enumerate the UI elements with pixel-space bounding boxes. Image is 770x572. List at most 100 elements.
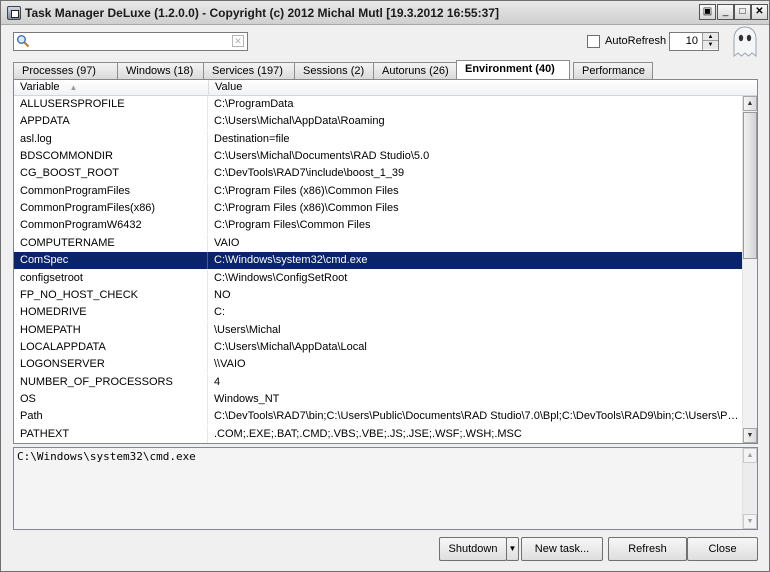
close-window-button[interactable]: ✕: [751, 4, 768, 20]
value-cell: C:\Windows\ConfigSetRoot: [214, 271, 348, 284]
value-cell: C:\ProgramData: [214, 98, 294, 110]
list-row[interactable]: CG_BOOST_ROOT C:\DevTools\RAD7\include\bo…: [14, 165, 742, 183]
variable-cell: PATHEXT: [14, 425, 208, 443]
variable-cell: CG_BOOST_ROOT: [14, 165, 208, 183]
value-cell: \\VAIO: [214, 358, 246, 371]
list-row[interactable]: PATHEXT .COM;.EXE;.BAT;.CMD;.VBS;.VBE;.JS…: [14, 425, 742, 443]
autorefresh-checkbox[interactable]: [587, 35, 600, 48]
search-box[interactable]: ✕: [13, 32, 248, 51]
refresh-button[interactable]: Refresh: [608, 537, 687, 561]
tab-autoruns[interactable]: Autoruns (26): [373, 62, 457, 79]
list-scrollbar[interactable]: ▲ ▼: [742, 96, 757, 443]
system-menu-button[interactable]: ▣: [699, 4, 716, 20]
title-bar[interactable]: Task Manager DeLuxe (1.2.0.0) - Copyrigh…: [1, 1, 769, 25]
maximize-button[interactable]: □: [734, 4, 751, 20]
stepper-buttons: ▲ ▼: [702, 33, 718, 50]
variable-cell: LOGONSERVER: [14, 356, 208, 374]
value-cell: C:\DevTools\RAD7\bin;C:\Users\Public\Doc…: [214, 410, 739, 423]
value-cell: Destination=file: [214, 132, 290, 145]
tab-performance[interactable]: Performance: [573, 62, 653, 79]
tab-services[interactable]: Services (197): [203, 62, 295, 79]
column-header-variable[interactable]: Variable ▲: [14, 80, 209, 96]
shutdown-button[interactable]: Shutdown: [439, 537, 507, 561]
detail-scroll-down-icon[interactable]: ▼: [743, 514, 757, 529]
value-detail-box[interactable]: C:\Windows\system32\cmd.exe ▲ ▼: [13, 447, 758, 530]
variable-cell: CommonProgramW6432: [14, 217, 208, 235]
value-detail-text[interactable]: C:\Windows\system32\cmd.exe: [17, 450, 196, 463]
tab-strip: Processes (97) Windows (18) Services (19…: [13, 60, 758, 79]
shutdown-dropdown-icon[interactable]: ▼: [506, 537, 519, 561]
variable-cell: configsetroot: [14, 269, 208, 287]
variable-cell: FP_NO_HOST_CHECK: [14, 286, 208, 304]
list-row[interactable]: LOCALAPPDATA C:\Users\Michal\AppData\Loca…: [14, 338, 742, 356]
value-cell: .COM;.EXE;.BAT;.CMD;.VBS;.VBE;.JS;.JSE;.…: [214, 427, 522, 440]
minimize-button[interactable]: _: [717, 4, 734, 20]
list-row[interactable]: CommonProgramW6432 C:\Program Files\Commo…: [14, 217, 742, 235]
main-window: Task Manager DeLuxe (1.2.0.0) - Copyrigh…: [0, 0, 770, 572]
refresh-interval-stepper[interactable]: 10 ▲ ▼: [669, 32, 719, 51]
list-row[interactable]: FP_NO_HOST_CHECK NO: [14, 286, 742, 304]
new-task-button[interactable]: New task...: [521, 537, 603, 561]
list-row[interactable]: CommonProgramFiles(x86) C:\Program Files …: [14, 200, 742, 218]
app-icon: [7, 6, 21, 20]
list-row[interactable]: configsetroot C:\Windows\ConfigSetRoot: [14, 269, 742, 287]
variable-cell: HOMEPATH: [14, 321, 208, 339]
list-row[interactable]: NUMBER_OF_PROCESSORS 4: [14, 373, 742, 391]
value-cell: C:\Users\Michal\Documents\RAD Studio\5.0: [214, 150, 430, 163]
variable-cell: BDSCOMMONDIR: [14, 148, 208, 166]
tab-sessions[interactable]: Sessions (2): [294, 62, 374, 79]
value-cell: C:\Program Files\Common Files: [214, 219, 371, 232]
value-cell: VAIO: [214, 236, 240, 249]
sort-ascending-icon: ▲: [69, 83, 78, 92]
variable-cell: CommonProgramFiles(x86): [14, 200, 208, 218]
value-cell: C:\Program Files (x86)\Common Files: [214, 202, 399, 215]
variable-cell: ComSpec: [14, 252, 208, 270]
value-cell: \Users\Michal: [214, 323, 281, 336]
value-cell: 4: [214, 375, 221, 388]
list-row[interactable]: HOMEPATH \Users\Michal: [14, 321, 742, 339]
list-row[interactable]: CommonProgramFiles C:\Program Files (x86)…: [14, 182, 742, 200]
detail-scroll-up-icon[interactable]: ▲: [743, 448, 757, 463]
stepper-down-icon[interactable]: ▼: [703, 41, 718, 49]
column-header-variable-label: Variable: [20, 81, 60, 93]
scroll-up-icon[interactable]: ▲: [743, 96, 757, 111]
search-input[interactable]: [32, 34, 228, 49]
list-row[interactable]: LOGONSERVER \\VAIO: [14, 356, 742, 374]
value-cell: C:\Windows\system32\cmd.exe: [214, 254, 368, 267]
value-cell: NO: [214, 288, 231, 301]
list-row[interactable]: HOMEDRIVE C:: [14, 304, 742, 322]
stepper-up-icon[interactable]: ▲: [703, 33, 718, 41]
variable-cell: COMPUTERNAME: [14, 234, 208, 252]
value-cell: C:\Users\Michal\AppData\Local: [214, 340, 367, 353]
list-row[interactable]: COMPUTERNAME VAIO: [14, 234, 742, 252]
variable-cell: CommonProgramFiles: [14, 182, 208, 200]
detail-scrollbar[interactable]: ▲ ▼: [742, 448, 757, 529]
scroll-down-icon[interactable]: ▼: [743, 428, 757, 443]
list-row[interactable]: OS Windows_NT: [14, 390, 742, 408]
ghost-logo-icon[interactable]: [730, 26, 760, 58]
refresh-interval-value[interactable]: 10: [686, 35, 698, 47]
variable-cell: LOCALAPPDATA: [14, 338, 208, 356]
value-cell: C:\Program Files (x86)\Common Files: [214, 184, 399, 197]
list-header: Variable ▲ Value: [14, 80, 757, 96]
clear-search-icon[interactable]: ✕: [232, 35, 244, 47]
list-row[interactable]: ComSpec C:\Windows\system32\cmd.exe: [14, 252, 742, 270]
list-row[interactable]: asl.log Destination=file: [14, 130, 742, 148]
column-header-value[interactable]: Value: [209, 80, 742, 96]
variable-cell: OS: [14, 390, 208, 408]
variable-cell: APPDATA: [14, 113, 208, 131]
tab-environment[interactable]: Environment (40): [456, 60, 570, 79]
tab-windows[interactable]: Windows (18): [117, 62, 204, 79]
value-cell: C:\DevTools\RAD7\include\boost_1_39: [214, 167, 405, 180]
tab-processes[interactable]: Processes (97): [13, 62, 118, 79]
list-row[interactable]: APPDATA C:\Users\Michal\AppData\Roaming: [14, 113, 742, 131]
list-row[interactable]: BDSCOMMONDIR C:\Users\Michal\Documents\RA…: [14, 148, 742, 166]
environment-list[interactable]: Variable ▲ Value ALLUSERSPROFILE C:\Progra…: [13, 79, 758, 444]
close-button[interactable]: Close: [687, 537, 758, 561]
scroll-thumb[interactable]: [743, 112, 757, 259]
list-rows: ALLUSERSPROFILE C:\ProgramData APPDATA C:\U…: [14, 96, 742, 443]
value-cell: C:\Users\Michal\AppData\Roaming: [214, 115, 385, 128]
variable-cell: ALLUSERSPROFILE: [14, 96, 208, 113]
list-row[interactable]: ALLUSERSPROFILE C:\ProgramData: [14, 96, 742, 113]
list-row[interactable]: Path C:\DevTools\RAD7\bin;C:\Users\Public…: [14, 408, 742, 426]
